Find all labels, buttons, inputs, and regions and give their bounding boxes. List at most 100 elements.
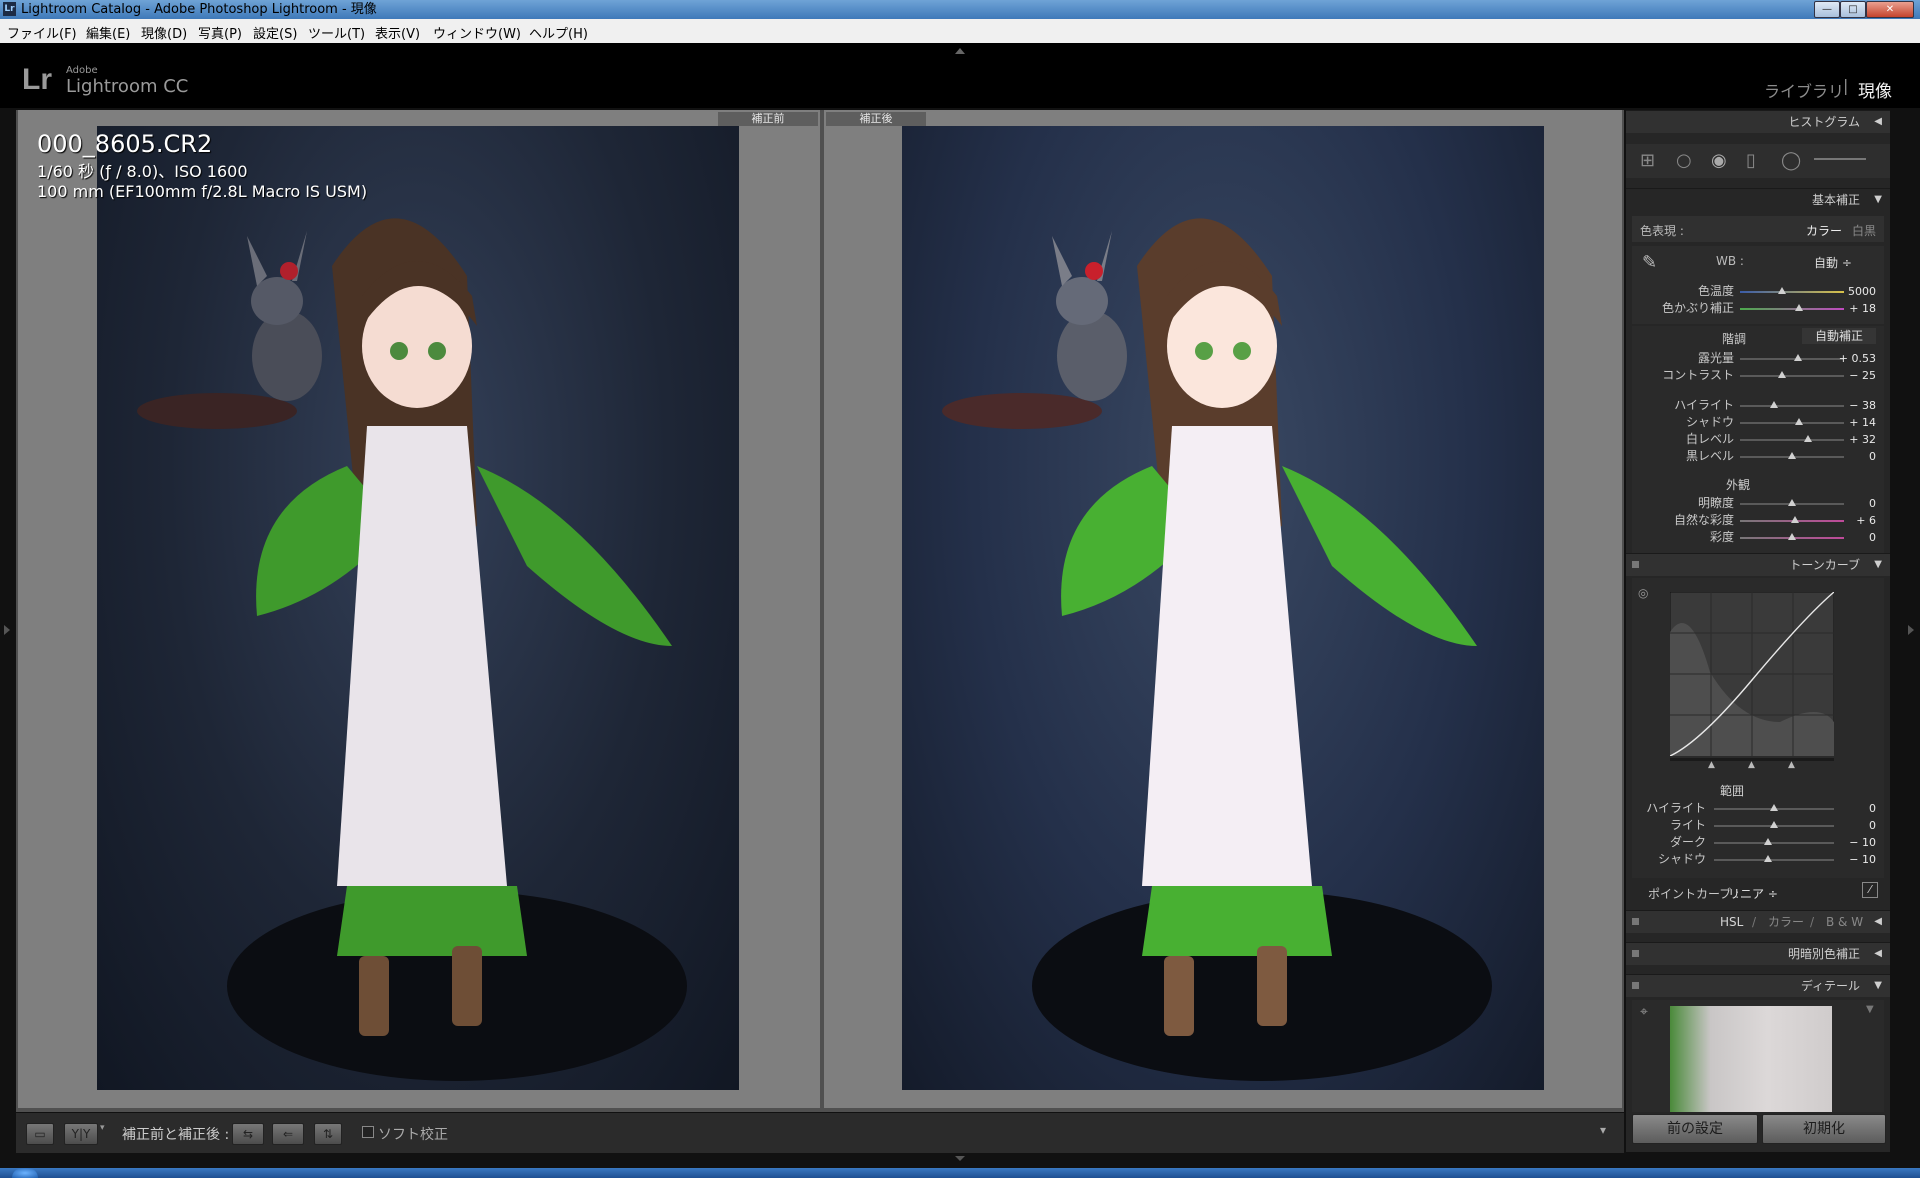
panel-switch-icon[interactable] bbox=[1632, 950, 1639, 957]
red-eye-icon[interactable]: ◉ bbox=[1711, 150, 1727, 171]
mode-dropdown-icon[interactable]: ▾ bbox=[100, 1123, 105, 1133]
exposure-value[interactable]: + 0.53 bbox=[1822, 352, 1876, 365]
r-highlights-knob[interactable] bbox=[1770, 804, 1778, 811]
temp-value[interactable]: 5000 bbox=[1822, 285, 1876, 298]
bottom-panel-toggle-icon[interactable] bbox=[955, 1156, 965, 1161]
r-darks-track[interactable] bbox=[1714, 842, 1834, 844]
menu-develop[interactable]: 現像(D) bbox=[141, 23, 187, 42]
saturation-value[interactable]: 0 bbox=[1822, 531, 1876, 544]
soft-proof-checkbox[interactable] bbox=[362, 1126, 374, 1138]
r-highlights-value[interactable]: 0 bbox=[1822, 802, 1876, 815]
target-adjust-icon[interactable]: ◎ bbox=[1638, 586, 1648, 600]
menu-help[interactable]: ヘルプ(H) bbox=[529, 23, 588, 42]
saturation-knob[interactable] bbox=[1788, 533, 1796, 540]
left-panel-toggle-icon[interactable] bbox=[4, 625, 10, 635]
hsl-header[interactable]: HSL / カラー / B & W ◀ bbox=[1626, 910, 1890, 933]
r-lights-value[interactable]: 0 bbox=[1822, 819, 1876, 832]
swap-settings-button[interactable]: ⇅ bbox=[314, 1123, 342, 1145]
panel-switch-icon[interactable] bbox=[1632, 561, 1639, 568]
wb-value[interactable]: 自動 ÷ bbox=[1814, 254, 1852, 271]
tint-value[interactable]: + 18 bbox=[1822, 302, 1876, 315]
hsl-tab[interactable]: HSL bbox=[1720, 911, 1743, 933]
exposure-knob[interactable] bbox=[1794, 354, 1803, 361]
contrast-knob[interactable] bbox=[1777, 371, 1786, 378]
tint-knob[interactable] bbox=[1795, 304, 1804, 311]
r-shadows-knob[interactable] bbox=[1764, 855, 1772, 862]
vibrance-knob[interactable] bbox=[1791, 516, 1800, 523]
auto-tone-button[interactable]: 自動補正 bbox=[1802, 328, 1876, 344]
point-curve-value[interactable]: リニア ÷ bbox=[1728, 885, 1778, 902]
tone-curve-header[interactable]: トーンカーブ ▼ bbox=[1626, 553, 1890, 576]
loupe-view-button[interactable]: ▭ bbox=[26, 1123, 54, 1145]
module-library[interactable]: ライブラリ bbox=[1764, 78, 1844, 102]
reset-button[interactable]: 初期化 bbox=[1762, 1114, 1886, 1144]
right-panel-toggle-icon[interactable] bbox=[1908, 625, 1914, 635]
hsl-bw-tab[interactable]: B & W bbox=[1826, 911, 1863, 933]
wb-eyedropper-icon[interactable]: ✎ bbox=[1642, 252, 1657, 273]
contrast-value[interactable]: − 25 bbox=[1822, 369, 1876, 382]
crop-icon[interactable]: ⊞ bbox=[1640, 150, 1655, 171]
treatment-bw[interactable]: 白黒 bbox=[1852, 222, 1876, 239]
menu-view[interactable]: 表示(V) bbox=[375, 23, 420, 42]
vibrance-value[interactable]: + 6 bbox=[1822, 514, 1876, 527]
treatment-color[interactable]: カラー bbox=[1806, 222, 1842, 239]
menu-photo[interactable]: 写真(P) bbox=[198, 23, 242, 42]
r-lights-knob[interactable] bbox=[1770, 821, 1778, 828]
r-shadows-track[interactable] bbox=[1714, 859, 1834, 861]
detail-preview[interactable] bbox=[1670, 1006, 1832, 1112]
highlights-knob[interactable] bbox=[1770, 401, 1779, 408]
blacks-value[interactable]: 0 bbox=[1822, 450, 1876, 463]
window-title-bar: Lr Lightroom Catalog - Adobe Photoshop L… bbox=[0, 0, 1920, 19]
split-marker-1[interactable]: ▲ bbox=[1708, 760, 1715, 770]
adjustment-brush-icon[interactable] bbox=[1814, 158, 1866, 160]
menu-tools[interactable]: ツール(T) bbox=[308, 23, 365, 42]
shadows-knob[interactable] bbox=[1795, 418, 1804, 425]
top-panel-toggle-icon[interactable] bbox=[955, 48, 965, 54]
detail-target-icon[interactable]: ⌖ bbox=[1640, 1004, 1648, 1020]
hsl-color-tab[interactable]: カラー bbox=[1768, 911, 1804, 933]
whites-knob[interactable] bbox=[1803, 435, 1812, 442]
split-marker-3[interactable]: ▲ bbox=[1788, 760, 1795, 770]
clarity-value[interactable]: 0 bbox=[1822, 497, 1876, 510]
tone-curve-graph[interactable] bbox=[1670, 592, 1834, 756]
histogram-header[interactable]: ヒストグラム ◀ bbox=[1626, 110, 1890, 133]
module-develop[interactable]: 現像 bbox=[1858, 77, 1892, 102]
menu-edit[interactable]: 編集(E) bbox=[86, 23, 130, 42]
clarity-knob[interactable] bbox=[1788, 499, 1796, 506]
split-marker-2[interactable]: ▲ bbox=[1748, 760, 1755, 770]
maximize-button[interactable]: □ bbox=[1840, 1, 1866, 18]
temp-knob[interactable] bbox=[1777, 287, 1786, 294]
menu-window[interactable]: ウィンドウ(W) bbox=[433, 23, 521, 42]
after-label: 補正後 bbox=[826, 112, 926, 126]
toolbar-menu-icon[interactable]: ▾ bbox=[1600, 1123, 1606, 1137]
radial-filter-icon[interactable]: ◯ bbox=[1781, 150, 1801, 171]
basic-header[interactable]: 基本補正 ▼ bbox=[1626, 188, 1890, 211]
panel-switch-icon[interactable] bbox=[1632, 918, 1639, 925]
detail-preview-toggle-icon[interactable]: ▼ bbox=[1866, 1004, 1874, 1015]
copy-before-to-after-button[interactable]: ⇆ bbox=[232, 1123, 264, 1145]
previous-settings-button[interactable]: 前の設定 bbox=[1632, 1114, 1758, 1144]
r-darks-value[interactable]: − 10 bbox=[1822, 836, 1876, 849]
whites-value[interactable]: + 32 bbox=[1822, 433, 1876, 446]
copy-after-to-before-button[interactable]: ⇐ bbox=[272, 1123, 304, 1145]
spot-removal-icon[interactable]: ○ bbox=[1676, 150, 1692, 171]
before-photo[interactable] bbox=[97, 126, 739, 1090]
panel-switch-icon[interactable] bbox=[1632, 982, 1639, 989]
blacks-knob[interactable] bbox=[1788, 452, 1796, 459]
close-button[interactable]: ✕ bbox=[1866, 1, 1914, 18]
menu-file[interactable]: ファイル(F) bbox=[7, 23, 77, 42]
graduated-filter-icon[interactable]: ▯ bbox=[1746, 150, 1756, 171]
detail-header[interactable]: ディテール ▼ bbox=[1626, 974, 1890, 997]
edit-point-curve-icon[interactable]: ⁄ bbox=[1862, 882, 1878, 898]
minimize-button[interactable]: — bbox=[1814, 1, 1840, 18]
highlights-value[interactable]: − 38 bbox=[1822, 399, 1876, 412]
before-after-mode-button[interactable]: Y|Y bbox=[64, 1123, 98, 1145]
r-shadows-value[interactable]: − 10 bbox=[1822, 853, 1876, 866]
r-darks-knob[interactable] bbox=[1764, 838, 1772, 845]
menu-settings[interactable]: 設定(S) bbox=[253, 23, 297, 42]
start-button[interactable] bbox=[12, 1168, 38, 1178]
shadows-value[interactable]: + 14 bbox=[1822, 416, 1876, 429]
after-photo[interactable] bbox=[902, 126, 1544, 1090]
split-toning-header[interactable]: 明暗別色補正 ◀ bbox=[1626, 942, 1890, 965]
tone-curve-title: トーンカーブ bbox=[1789, 558, 1860, 572]
